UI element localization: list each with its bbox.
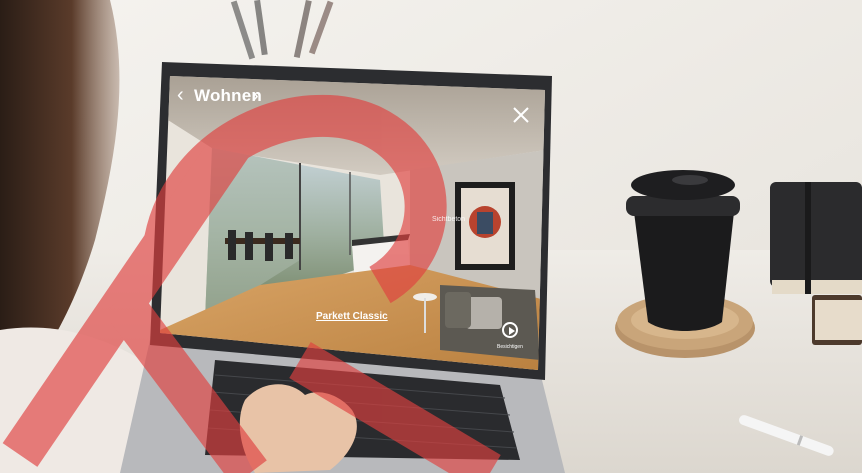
chevron-right-icon[interactable]: › xyxy=(252,86,259,106)
hotspot-floor-label[interactable]: Parkett Classic xyxy=(316,311,388,322)
close-icon[interactable] xyxy=(510,104,532,126)
hotspot-wall-label[interactable]: Sichtbeton xyxy=(432,216,465,223)
chevron-left-icon[interactable]: ‹ xyxy=(177,85,184,105)
play-label: Besichtigen xyxy=(497,344,523,350)
play-icon[interactable] xyxy=(502,322,518,338)
photo-scene xyxy=(0,0,862,473)
